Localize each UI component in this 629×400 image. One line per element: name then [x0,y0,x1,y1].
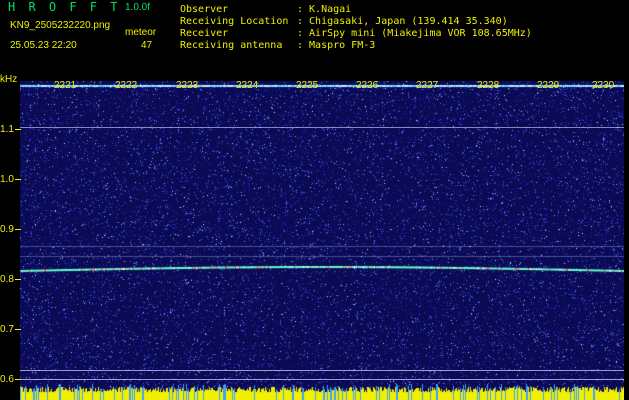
location-value: : Chigasaki, Japan (139.414 35.340) [297,16,508,27]
x-tick-label: 2230 [592,80,615,91]
spectrogram-canvas [20,81,624,400]
y-axis-unit: kHz [0,74,18,85]
x-tick-label: 2226 [356,80,379,91]
meteor-count: 47 [141,40,153,51]
version-label: 1.0.0f [125,2,151,13]
header-panel: H R O F F T 1.0.0f KN9_2505232220.png 25… [0,0,629,72]
x-tick-label: 2221 [54,80,77,91]
y-tick-label: 0.7 [0,324,14,335]
x-tick-label: 2223 [176,80,199,91]
observer-label: Observer [180,4,229,15]
observer-value: : K.Nagai [297,4,352,15]
y-tick-label: 0.8 [0,274,14,285]
x-tick-label: 2225 [296,80,319,91]
location-label: Receiving Location [180,16,289,27]
antenna-value: : Maspro FM-3 [297,40,376,51]
reference-line [20,127,624,128]
antenna-label: Receiving antenna [180,40,283,51]
datetime-label: 25.05.23 22:20 [10,40,77,51]
spectrogram-plot [20,81,624,400]
filename-label: KN9_2505232220.png [10,20,111,31]
x-tick-label: 2228 [477,80,500,91]
y-tick-mark [15,229,21,230]
y-tick-label: 1.1 [0,124,14,135]
y-tick-mark [15,129,21,130]
receiver-value: : AirSpy mini (Miakejima VOR 108.65MHz) [297,28,532,39]
y-tick-label: 0.9 [0,224,14,235]
y-tick-mark [15,329,21,330]
x-tick-label: 2227 [416,80,439,91]
y-tick-mark [15,179,21,180]
y-tick-label: 1.0 [0,174,14,185]
x-tick-label: 2229 [537,80,560,91]
y-tick-label: 0.6 [0,374,14,385]
x-tick-label: 2224 [236,80,259,91]
y-tick-mark [15,379,21,380]
app-logo: H R O F F T [8,0,121,14]
y-tick-mark [15,279,21,280]
meteor-label: meteor [125,27,157,38]
reference-line [20,370,624,371]
reference-line [20,379,624,380]
receiver-label: Receiver [180,28,229,39]
x-tick-label: 2222 [115,80,138,91]
